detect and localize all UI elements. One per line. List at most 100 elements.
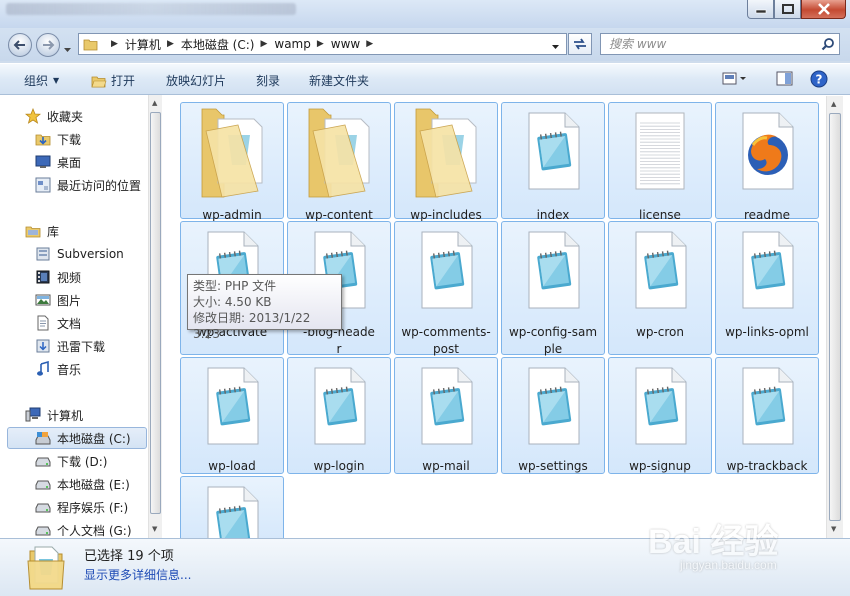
chevron-down-icon — [64, 48, 71, 52]
svg-text:?: ? — [816, 73, 823, 87]
forward-button[interactable] — [36, 33, 60, 57]
forward-arrow-icon — [43, 40, 55, 50]
file-item[interactable]: wp-mail — [394, 357, 498, 474]
open-folder-icon — [91, 76, 107, 87]
file-item[interactable]: wp-content — [287, 102, 391, 222]
nav-drive-d[interactable]: 下载 (D:) — [35, 450, 107, 472]
breadcrumb-www[interactable]: www ▶ — [331, 37, 380, 51]
file-item[interactable]: wp-cron — [608, 221, 712, 355]
breadcrumb-separator[interactable]: ▶ — [366, 39, 373, 49]
file-item[interactable]: wp-links-opml — [715, 221, 819, 355]
search-icon[interactable] — [821, 37, 835, 54]
file-item[interactable]: wp-settings — [501, 357, 605, 474]
nav-music[interactable]: 音乐 — [35, 358, 81, 380]
file-item[interactable]: license — [608, 102, 712, 222]
search-box[interactable] — [600, 33, 840, 55]
file-item[interactable]: index — [501, 102, 605, 222]
show-more-details-link[interactable]: 显示更多详细信息... — [84, 566, 191, 583]
recent-pages-dropdown[interactable] — [63, 42, 72, 56]
view-icon — [722, 72, 746, 85]
file-label-line: r — [336, 342, 342, 356]
slideshow-button[interactable]: 放映幻灯片 — [166, 72, 226, 89]
folder-icon — [412, 105, 480, 204]
downloads-folder-icon — [35, 131, 51, 147]
file-label-line: wp-comments- — [401, 325, 491, 339]
file-item[interactable]: wp-load — [180, 357, 284, 474]
burn-button[interactable]: 刻录 — [256, 72, 280, 89]
nav-favorites[interactable]: 收藏夹 — [25, 105, 83, 127]
address-bar[interactable]: ▶ 计算机 ▶ 本地磁盘 (C:) ▶ wamp ▶ www ▶ — [78, 33, 567, 55]
file-item[interactable]: wp-admin — [180, 102, 284, 222]
refresh-button[interactable] — [568, 33, 592, 55]
nav-subversion[interactable]: Subversion — [35, 243, 124, 265]
view-options-button[interactable] — [722, 71, 748, 90]
nav-scrollbar[interactable]: ▲ ▼ — [148, 95, 162, 538]
breadcrumb-separator[interactable]: ▶ — [167, 39, 174, 49]
php-file-icon — [523, 366, 583, 449]
back-button[interactable] — [8, 33, 32, 57]
file-label: wp-config-sam ple — [502, 324, 604, 358]
file-info-tooltip: 类型: PHP 文件 大小: 4.50 KB 修改日期: 2013/1/22 3… — [187, 274, 342, 341]
file-item[interactable]: wp-config-sam ple — [501, 221, 605, 358]
details-pane: 已选择 19 个项 显示更多详细信息... — [0, 538, 850, 596]
minimize-button[interactable] — [747, 0, 774, 19]
breadcrumb-wamp[interactable]: wamp ▶ — [274, 37, 330, 51]
picture-library-icon — [35, 292, 51, 308]
preview-pane-button[interactable] — [776, 71, 794, 90]
breadcrumb-separator[interactable]: ▶ — [260, 39, 267, 49]
nav-drive-c[interactable]: 本地磁盘 (C:) — [7, 427, 147, 449]
nav-libraries[interactable]: 库 — [25, 220, 59, 242]
content-scrollbar[interactable]: ▲ ▼ — [826, 96, 843, 538]
new-folder-button[interactable]: 新建文件夹 — [309, 72, 369, 89]
file-item[interactable]: wp-signup — [608, 357, 712, 474]
search-input[interactable] — [609, 37, 809, 51]
file-label: wp-comments-post — [395, 324, 497, 358]
organize-menu[interactable]: 组织 ▼ — [24, 72, 59, 89]
address-history-dropdown[interactable] — [551, 39, 560, 53]
multi-file-icon — [27, 546, 65, 590]
nav-xunlei-downloads[interactable]: 迅雷下载 — [35, 335, 105, 357]
nav-computer[interactable]: 计算机 — [25, 404, 83, 426]
nav-pictures[interactable]: 图片 — [35, 289, 81, 311]
breadcrumb-drive-c[interactable]: 本地磁盘 (C:) ▶ — [181, 36, 275, 53]
open-button[interactable]: 打开 — [91, 72, 135, 89]
php-file-icon — [630, 366, 690, 449]
scroll-up-arrow-icon[interactable]: ▲ — [152, 99, 157, 107]
scroll-down-arrow-icon[interactable]: ▼ — [152, 525, 157, 533]
php-file-icon — [523, 111, 583, 194]
chevron-down-icon: ▼ — [53, 76, 60, 85]
nav-documents[interactable]: 文档 — [35, 312, 81, 334]
file-item[interactable]: wp-trackback — [715, 357, 819, 474]
file-item[interactable]: wp-login — [287, 357, 391, 474]
nav-videos[interactable]: 视频 — [35, 266, 81, 288]
desktop-icon — [35, 154, 51, 170]
nav-downloads[interactable]: 下载 — [35, 128, 81, 150]
file-item[interactable] — [180, 476, 284, 564]
breadcrumb-separator[interactable]: ▶ — [111, 39, 118, 49]
file-label: wp-login — [313, 459, 365, 473]
hard-drive-icon — [35, 453, 51, 469]
document-library-icon — [35, 315, 51, 331]
file-item[interactable]: readme — [715, 102, 819, 222]
firefox-html-icon — [737, 111, 797, 194]
address-row: ▶ 计算机 ▶ 本地磁盘 (C:) ▶ wamp ▶ www ▶ — [0, 28, 850, 61]
scroll-down-arrow-icon[interactable]: ▼ — [831, 525, 836, 533]
nav-recent-places[interactable]: 最近访问的位置 — [35, 174, 141, 196]
file-label-line: post — [433, 342, 459, 356]
file-item[interactable]: wp-includes — [394, 102, 498, 222]
file-item[interactable]: wp-comments-post — [394, 221, 498, 358]
nav-drive-e[interactable]: 本地磁盘 (E:) — [35, 473, 130, 495]
nav-drive-f[interactable]: 程序娱乐 (F:) — [35, 496, 128, 518]
help-button[interactable]: ? — [810, 70, 828, 91]
nav-scroll-thumb[interactable] — [150, 112, 161, 514]
nav-desktop[interactable]: 桌面 — [35, 151, 81, 173]
breadcrumb-computer[interactable]: 计算机 ▶ — [125, 36, 181, 53]
maximize-button[interactable] — [774, 0, 801, 19]
close-button[interactable] — [801, 0, 846, 19]
php-file-icon — [737, 366, 797, 449]
breadcrumb-separator[interactable]: ▶ — [317, 39, 324, 49]
scroll-up-arrow-icon[interactable]: ▲ — [831, 100, 836, 108]
content-scroll-thumb[interactable] — [829, 113, 841, 521]
file-label: wp-mail — [422, 459, 470, 473]
system-drive-icon — [35, 430, 51, 446]
